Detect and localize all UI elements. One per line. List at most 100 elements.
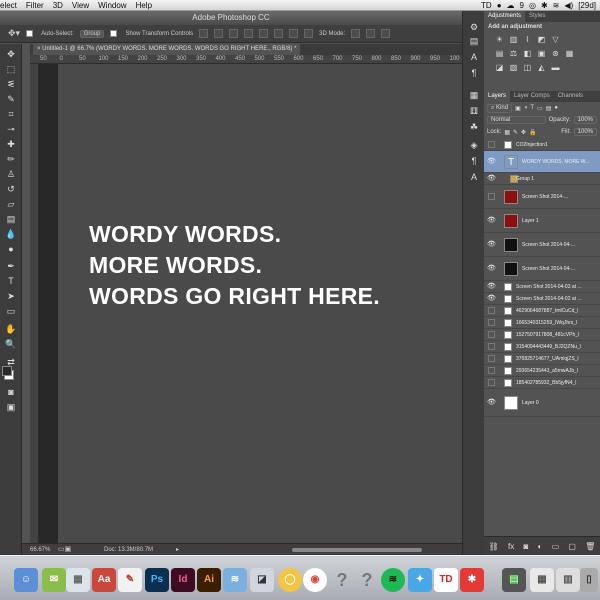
twitter-icon[interactable]: ✦ (408, 568, 432, 592)
color-balance-icon[interactable]: ⚖ (508, 49, 519, 59)
layer-row[interactable]: 185402785932_Bb5jyfN4_l (484, 377, 600, 389)
pen-tool-icon[interactable]: ✒ (4, 260, 18, 273)
delete-layer-icon[interactable]: 🗑 (585, 542, 595, 551)
brush-tool-icon[interactable]: ✏ (4, 153, 18, 166)
utility-icon[interactable]: ◪ (250, 568, 274, 592)
filter-pixel-icon[interactable]: ▣ (515, 105, 521, 112)
menu-select[interactable]: elect (0, 1, 17, 10)
move-tool-preset-icon[interactable]: ✥▾ (8, 28, 20, 39)
opacity-field[interactable]: 100% (573, 116, 597, 124)
brush-panel-icon[interactable]: ☘ (467, 121, 481, 133)
swatches-panel-icon[interactable]: ⚅ (467, 105, 481, 117)
screen-mode-icon[interactable]: ▣ (4, 401, 18, 414)
visibility-toggle[interactable] (488, 355, 495, 362)
filter-type-icon[interactable]: T (530, 105, 534, 111)
selective-color-icon[interactable]: ◭ (536, 63, 547, 73)
align-center-icon[interactable] (259, 29, 269, 38)
illustrator-icon[interactable]: Ai (197, 568, 221, 592)
documents-stack-icon[interactable]: ▥ (556, 568, 580, 592)
volume-icon[interactable]: ◀) (564, 1, 573, 10)
unknown-app-icon[interactable]: ? (330, 568, 354, 592)
visibility-eye-icon[interactable]: 👁 (487, 157, 496, 165)
history-brush-tool-icon[interactable]: ↺ (4, 183, 18, 196)
eraser-tool-icon[interactable]: ▱ (4, 198, 18, 211)
layer-row[interactable]: 👁 Group 1 (484, 173, 600, 185)
visibility-toggle[interactable] (488, 193, 495, 200)
path-select-tool-icon[interactable]: ➤ (4, 290, 18, 303)
link-layers-icon[interactable]: ⛓ (489, 542, 499, 551)
acrobat-icon[interactable]: ✎ (118, 568, 142, 592)
blend-mode-dropdown[interactable]: Normal (487, 116, 546, 124)
stamp-tool-icon[interactable]: ♙ (4, 168, 18, 181)
wunderlist-icon[interactable]: ≋ (223, 568, 247, 592)
align-left-icon[interactable] (244, 29, 254, 38)
layer-row[interactable]: 👁 Layer 0 (484, 389, 600, 417)
lock-all-icon[interactable]: 🔒 (529, 129, 536, 136)
tab-layers[interactable]: Layers (484, 91, 511, 102)
invert-icon[interactable]: ◪ (494, 63, 505, 73)
black-white-icon[interactable]: ◧ (522, 49, 533, 59)
layer-row[interactable]: 293654235443_a5mwAJb_l (484, 365, 600, 377)
visibility-toggle[interactable] (488, 343, 495, 350)
visibility-toggle[interactable] (488, 307, 495, 314)
layer-row[interactable]: 👁 Screen Shot 2014-04-02 at ... (484, 293, 600, 305)
visibility-toggle[interactable] (488, 141, 495, 148)
filter-toggle-icon[interactable]: ● (554, 105, 558, 111)
preview-icon[interactable]: ▦ (66, 568, 90, 592)
layer-row[interactable]: 1527507917808_481cVPh_l (484, 329, 600, 341)
bluetooth-icon[interactable]: ✱ (541, 1, 548, 10)
filter-shape-icon[interactable]: ▭ (537, 105, 543, 112)
curves-icon[interactable]: ⌇ (522, 35, 533, 45)
hue-saturation-icon[interactable]: ▤ (494, 49, 505, 59)
battery-status[interactable]: [29d] (578, 1, 596, 10)
auto-select-checkbox[interactable] (26, 30, 34, 37)
layer-row[interactable]: 3154094443449_BJ2QZNu_l (484, 341, 600, 353)
menu-help[interactable]: Help (136, 1, 152, 10)
layer-row[interactable]: CO2Injection1 (484, 139, 600, 151)
color-panel-icon[interactable]: ▦ (467, 89, 481, 101)
indesign-icon[interactable]: Id (171, 568, 195, 592)
align-middle-icon[interactable] (214, 29, 224, 38)
navigator-panel-icon[interactable]: ◈ (467, 139, 481, 151)
brightness-contrast-icon[interactable]: ☀ (494, 35, 505, 45)
eyedropper-tool-icon[interactable]: ⊸ (4, 123, 18, 136)
count-status[interactable]: 9 (520, 1, 524, 10)
layer-row[interactable]: 376825714677_UAmlqjZS_l (484, 353, 600, 365)
tab-styles[interactable]: Styles (525, 11, 549, 22)
omnifocus-icon[interactable]: ◯ (278, 568, 302, 592)
auto-select-dropdown[interactable]: Group (79, 29, 105, 38)
visibility-toggle[interactable] (488, 379, 495, 386)
spotify-icon[interactable]: ≋ (381, 568, 405, 592)
healing-tool-icon[interactable]: ✚ (4, 138, 18, 151)
foreground-color-swatch[interactable] (2, 366, 12, 376)
messages-icon[interactable]: ✉ (42, 568, 66, 592)
character-panel-icon[interactable]: A (467, 51, 481, 63)
finder-icon[interactable]: ☺ (14, 568, 38, 592)
hand-tool-icon[interactable]: ✋ (4, 323, 18, 336)
posterize-icon[interactable]: ▧ (508, 63, 519, 73)
quick-select-tool-icon[interactable]: ✎ (4, 93, 18, 106)
visibility-eye-icon[interactable]: 👁 (487, 398, 496, 406)
visibility-toggle[interactable] (488, 331, 495, 338)
td-status-icon[interactable]: TD (481, 1, 492, 10)
lasso-tool-icon[interactable]: ᓬ (4, 78, 18, 91)
visibility-eye-icon[interactable]: 👁 (487, 240, 496, 248)
new-adjustment-icon[interactable]: ◐ (538, 542, 543, 551)
type-tool-icon[interactable]: T (4, 275, 18, 288)
lock-position-icon[interactable]: ✥ (521, 129, 526, 136)
chrome-icon[interactable]: ◉ (303, 568, 327, 592)
visibility-eye-icon[interactable]: 👁 (487, 216, 496, 224)
menu-filter[interactable]: Filter (26, 1, 44, 10)
menu-view[interactable]: View (72, 1, 89, 10)
todo-app-icon[interactable]: ✱ (460, 568, 484, 592)
tab-channels[interactable]: Channels (554, 91, 587, 102)
tab-adjustments[interactable]: Adjustments (484, 11, 526, 22)
visibility-eye-icon[interactable]: 👁 (487, 264, 496, 272)
align-top-icon[interactable] (199, 29, 209, 38)
horizontal-scrollbar[interactable] (292, 548, 422, 552)
layer-row[interactable]: 👁 Screen Shot 2014-04-... (484, 233, 600, 257)
move-tool-icon[interactable]: ✥ (4, 48, 18, 61)
threshold-icon[interactable]: ◫ (522, 63, 533, 73)
td-app-icon[interactable]: TD (434, 568, 458, 592)
char-styles-icon[interactable]: A (467, 171, 481, 183)
